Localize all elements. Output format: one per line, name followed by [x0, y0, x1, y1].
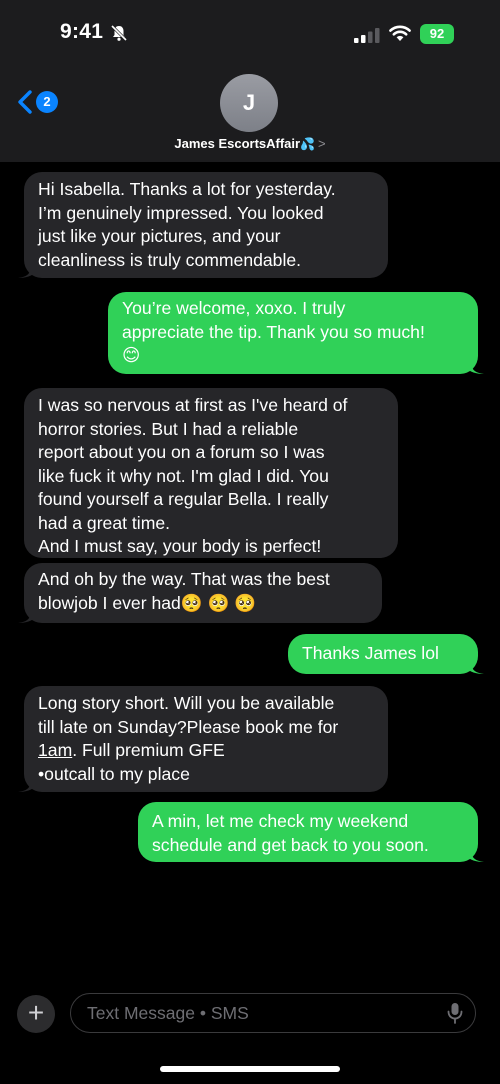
contact-name-row[interactable]: James EscortsAffair💦 >: [0, 136, 500, 151]
message-bubble-incoming[interactable]: Long story short. Will you be available …: [18, 686, 388, 792]
time-link[interactable]: 1am: [38, 740, 72, 760]
bubble-tail: [466, 358, 484, 374]
bubble-tail: [18, 607, 36, 623]
contact-name: James EscortsAffair: [174, 136, 301, 151]
microphone-icon[interactable]: [447, 1002, 463, 1024]
message-input-field[interactable]: [70, 993, 476, 1033]
message-text: A min, let me check my weekend schedule …: [152, 811, 429, 855]
battery-indicator: 92: [420, 24, 454, 44]
back-button[interactable]: 2: [16, 86, 66, 118]
message-text: And oh by the way. That was the best blo…: [38, 569, 330, 613]
message-text-part: Long story short. Will you be available …: [38, 693, 339, 737]
bubble-tail: [466, 846, 484, 862]
message-bubble-outgoing[interactable]: Thanks James lol: [288, 634, 484, 674]
bubble-tail: [466, 658, 484, 674]
message-text: I was so nervous at first as I've heard …: [38, 395, 348, 556]
message-text: Thanks James lol: [302, 643, 439, 663]
bubble-tail: [18, 776, 36, 792]
text-message-input[interactable]: [85, 994, 429, 1033]
status-time: 9:41: [60, 20, 104, 43]
message-text: Hi Isabella. Thanks a lot for yesterday.…: [38, 179, 336, 270]
unread-count-badge: 2: [36, 91, 58, 113]
message-text: Long story short. Will you be available …: [24, 686, 388, 786]
contact-avatar[interactable]: J: [220, 74, 278, 132]
contact-emoji: 💦: [300, 137, 316, 151]
message-bubble-incoming[interactable]: Hi Isabella. Thanks a lot for yesterday.…: [18, 172, 388, 278]
message-bubble-incoming[interactable]: And oh by the way. That was the best blo…: [18, 563, 382, 623]
message-bubble-outgoing[interactable]: A min, let me check my weekend schedule …: [138, 802, 484, 862]
message-bubble-incoming[interactable]: I was so nervous at first as I've heard …: [24, 388, 398, 558]
messages-screen: 9:41 92 2 J James EscortsAffair💦 > Hi Is…: [0, 0, 500, 1084]
home-indicator[interactable]: [160, 1066, 340, 1072]
message-bubble-outgoing[interactable]: You’re welcome, xoxo. I truly appreciate…: [108, 292, 484, 374]
add-attachment-button[interactable]: +: [17, 995, 55, 1033]
message-text: You’re welcome, xoxo. I truly appreciate…: [122, 298, 425, 365]
conversation-header: 2 J James EscortsAffair💦 >: [0, 64, 500, 162]
battery-level: 92: [429, 26, 445, 41]
status-bar: 9:41 92: [0, 0, 500, 64]
chevron-left-icon: [18, 90, 32, 114]
bubble-tail: [18, 262, 36, 278]
bell-slash-icon: [110, 24, 128, 42]
cellular-signal-icon: [354, 28, 380, 43]
chevron-right-icon: >: [318, 136, 326, 151]
wifi-icon: [389, 25, 411, 41]
